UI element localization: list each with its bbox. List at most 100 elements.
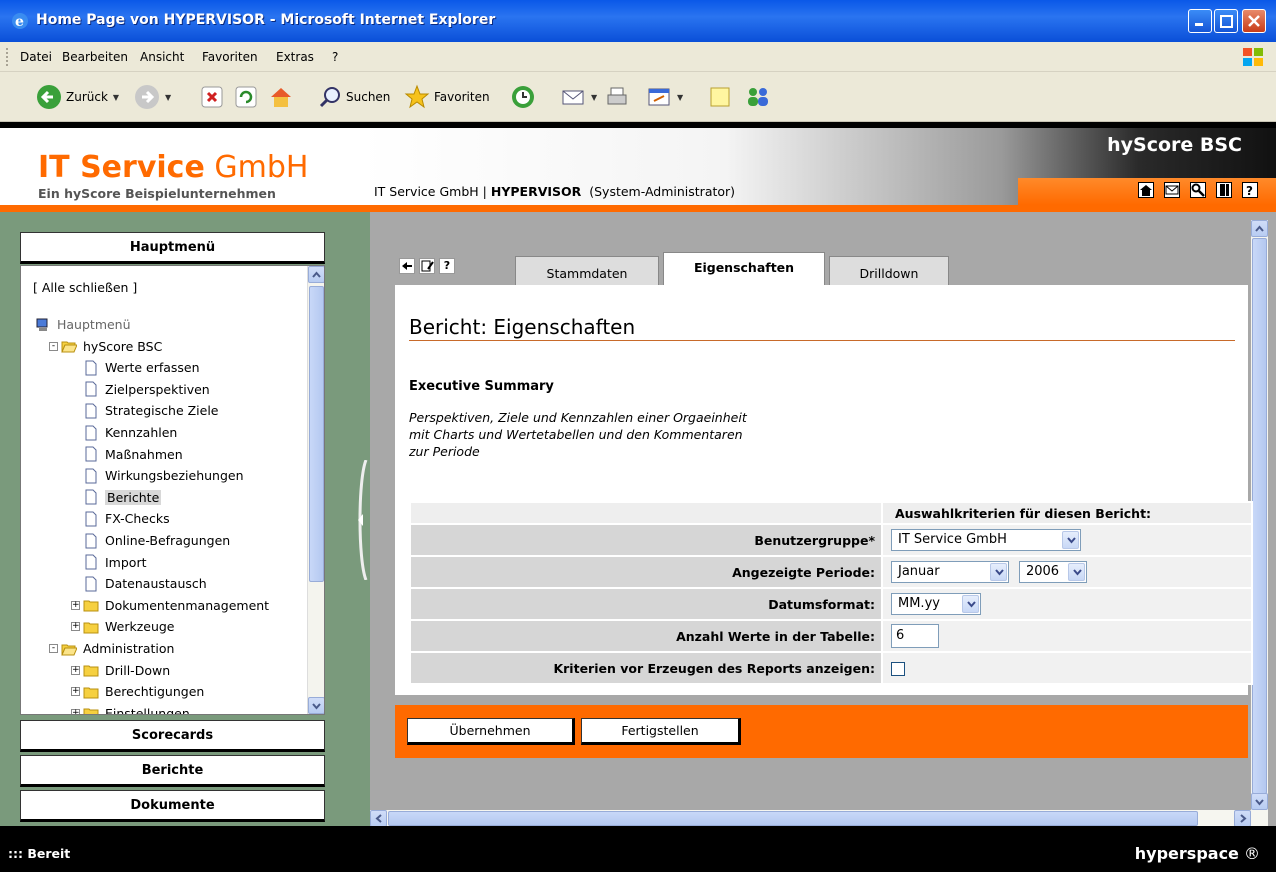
menu-help[interactable]: ?: [332, 50, 338, 64]
content-nav-icons: ?: [399, 258, 455, 274]
tree-item[interactable]: Dokumentenmanagement: [83, 595, 269, 616]
expand-icon[interactable]: +: [71, 600, 80, 610]
menu-extras[interactable]: Extras: [276, 50, 314, 64]
date-format-select[interactable]: MM.yy: [891, 593, 981, 615]
collapse-icon[interactable]: -: [49, 644, 58, 653]
tree-item-label: Einstellungen: [105, 705, 190, 715]
maximize-icon: [1220, 15, 1233, 28]
tree-item[interactable]: hyScore BSC: [61, 336, 162, 357]
tab-eigenschaften[interactable]: Eigenschaften: [663, 252, 825, 286]
tree-item[interactable]: Einstellungen: [83, 703, 190, 715]
home-icon[interactable]: [1138, 182, 1154, 198]
tree-item[interactable]: Werte erfassen: [83, 357, 200, 378]
user-group-select[interactable]: IT Service GmbH: [891, 529, 1081, 551]
back-button[interactable]: Zurück ▼: [36, 83, 119, 111]
scroll-thumb[interactable]: [1252, 238, 1267, 794]
toolbar-grip[interactable]: [6, 48, 9, 66]
period-month-select[interactable]: Januar: [891, 561, 1009, 583]
tree-item[interactable]: Import: [83, 552, 147, 573]
maximize-button[interactable]: [1214, 9, 1238, 33]
edit-document-icon[interactable]: [419, 258, 435, 274]
forward-button[interactable]: ▼: [134, 83, 171, 111]
tree-item[interactable]: Werkzeuge: [83, 616, 175, 637]
help-icon[interactable]: ?: [439, 258, 455, 274]
tree-item[interactable]: Datenaustausch: [83, 573, 207, 594]
print-button[interactable]: [604, 83, 630, 111]
main-menu-button[interactable]: Hauptmenü: [20, 232, 325, 264]
tab-drilldown[interactable]: Drilldown: [829, 256, 949, 286]
tree-item[interactable]: Berichte: [83, 487, 162, 508]
page-icon: [83, 403, 99, 419]
header-orange-strip: [0, 205, 1276, 212]
tree-item-label: Administration: [83, 641, 175, 656]
expand-icon[interactable]: +: [71, 687, 80, 697]
scorecards-button[interactable]: Scorecards: [20, 720, 325, 752]
minimize-button[interactable]: [1188, 9, 1212, 33]
expand-icon[interactable]: +: [71, 622, 80, 632]
reports-button[interactable]: Berichte: [20, 755, 325, 787]
table-row: Datumsformat: MM.yy: [411, 589, 1251, 619]
chevron-down-icon: ▼: [591, 92, 598, 102]
menu-datei[interactable]: Datei: [20, 50, 52, 64]
menu-favoriten[interactable]: Favoriten: [202, 50, 258, 64]
window-titlebar[interactable]: e Home Page von HYPERVISOR - Microsoft I…: [0, 0, 1276, 42]
messenger-button[interactable]: [744, 83, 772, 111]
content-horizontal-scrollbar[interactable]: [370, 810, 1268, 827]
collapse-icon[interactable]: -: [49, 341, 58, 351]
book-icon[interactable]: [1216, 182, 1232, 198]
scroll-up-button[interactable]: [1251, 220, 1268, 237]
tree-item[interactable]: Drill-Down: [83, 660, 170, 681]
discuss-button[interactable]: [708, 83, 732, 111]
tree-item[interactable]: Online-Befragungen: [83, 530, 230, 551]
search-icon[interactable]: [1190, 182, 1206, 198]
tree-item[interactable]: Kennzahlen: [83, 422, 177, 443]
value-count-input[interactable]: 6: [891, 624, 939, 648]
scroll-down-button[interactable]: [308, 697, 324, 714]
period-year-select[interactable]: 2006: [1018, 561, 1087, 583]
stop-button[interactable]: [200, 83, 224, 111]
expand-icon[interactable]: +: [71, 708, 80, 714]
panel-splitter[interactable]: [356, 460, 368, 580]
expand-icon[interactable]: +: [71, 665, 80, 675]
scroll-thumb[interactable]: [388, 811, 1198, 826]
refresh-button[interactable]: [234, 83, 258, 111]
tree-item[interactable]: Berechtigungen: [83, 681, 204, 702]
search-button[interactable]: Suchen: [318, 83, 390, 111]
edit-button[interactable]: ▼: [646, 83, 683, 111]
scroll-down-button[interactable]: [1251, 793, 1268, 810]
history-button[interactable]: [510, 83, 536, 111]
mail-icon[interactable]: [1164, 182, 1180, 198]
title-divider: [409, 340, 1235, 341]
menu-ansicht[interactable]: Ansicht: [140, 50, 184, 64]
tree-item[interactable]: FX-Checks: [83, 508, 170, 529]
scroll-thumb[interactable]: [309, 286, 324, 582]
scroll-left-button[interactable]: [370, 810, 387, 827]
folder-icon: [83, 684, 99, 700]
apply-button[interactable]: Übernehmen: [407, 718, 575, 745]
menu-bearbeiten[interactable]: Bearbeiten: [62, 50, 128, 64]
tree-item[interactable]: Hauptmenü: [35, 314, 131, 335]
documents-button[interactable]: Dokumente: [20, 790, 325, 822]
tab-stammdaten[interactable]: Stammdaten: [515, 256, 659, 286]
tree-item[interactable]: Wirkungsbeziehungen: [83, 465, 244, 486]
scroll-right-button[interactable]: [1234, 810, 1251, 827]
tree-item[interactable]: Administration: [61, 638, 174, 659]
help-icon[interactable]: ?: [1242, 182, 1258, 198]
back-arrow-icon[interactable]: [399, 258, 415, 274]
home-button[interactable]: [268, 83, 294, 111]
tree-item[interactable]: Strategische Ziele: [83, 400, 219, 421]
star-icon: [404, 84, 430, 109]
tree-scrollbar[interactable]: [307, 266, 324, 714]
finish-button[interactable]: Fertigstellen: [581, 718, 741, 745]
mail-button[interactable]: ▼: [560, 83, 597, 111]
tree-item[interactable]: Zielperspektiven: [83, 379, 210, 400]
content-vertical-scrollbar[interactable]: [1251, 220, 1268, 810]
favorites-button[interactable]: Favoriten: [404, 83, 490, 111]
show-criteria-checkbox[interactable]: [891, 661, 905, 676]
close-window-button[interactable]: [1242, 9, 1266, 33]
tree-item[interactable]: Maßnahmen: [83, 444, 183, 465]
scroll-up-button[interactable]: [308, 266, 324, 283]
close-all-link[interactable]: [ Alle schließen ]: [33, 280, 137, 295]
page-icon: [83, 381, 99, 397]
minimize-icon: [1195, 23, 1203, 26]
